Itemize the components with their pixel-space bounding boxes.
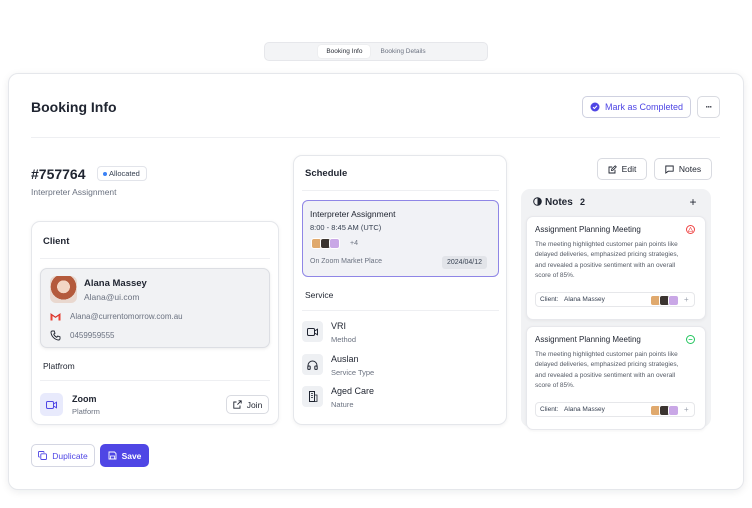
headphones-icon — [302, 354, 323, 375]
client-email: Alana@ui.com — [84, 292, 140, 302]
service-type-sub: Service Type — [331, 368, 375, 377]
client-name: Alana Massey — [84, 278, 147, 289]
edit-button[interactable]: Edit — [597, 158, 647, 180]
note-client-name: Alana Massey — [564, 406, 605, 413]
client-gmail: Alana@currentomorrow.com.au — [70, 312, 183, 321]
schedule-divider — [302, 190, 499, 191]
note-add-participant[interactable]: + — [684, 295, 689, 304]
notes-count: 2 — [580, 197, 586, 207]
booking-type: Interpreter Assignment — [31, 187, 117, 197]
note-body: The meeting highlighted customer pain po… — [535, 241, 679, 279]
join-label: Join — [246, 399, 263, 410]
avatar — [50, 276, 77, 303]
client-section-title: Client — [43, 236, 70, 247]
platform-name: Zoom — [72, 394, 97, 404]
duplicate-button[interactable]: Duplicate — [31, 444, 95, 467]
page-title: Booking Info — [31, 99, 117, 115]
save-button[interactable]: Save — [100, 444, 149, 467]
client-phone: 0459959555 — [70, 331, 115, 340]
note-title: Assignment Planning Meeting — [535, 335, 641, 344]
check-status-icon — [686, 335, 695, 344]
header-divider — [31, 137, 720, 138]
more-options-button[interactable]: ··· — [697, 96, 720, 118]
service-method-name: VRI — [331, 321, 347, 331]
tab-switcher: Booking Info Booking Details — [264, 42, 488, 61]
appointment-title: Interpreter Assignment — [310, 209, 396, 219]
participant-avatars — [311, 238, 340, 249]
notes-button[interactable]: Notes — [654, 158, 712, 180]
check-circle-icon — [590, 102, 600, 112]
join-button[interactable]: Join — [226, 395, 269, 414]
service-type-name: Auslan — [331, 354, 359, 364]
service-divider — [302, 310, 499, 311]
note-client-label: Client: — [540, 406, 559, 413]
platform-label: Platfrom — [43, 361, 75, 371]
platform-sub: Platform — [72, 407, 100, 416]
service-nature-name: Aged Care — [331, 386, 375, 396]
service-method-sub: Method — [331, 335, 357, 344]
video-icon — [302, 321, 323, 342]
note-body: The meeting highlighted customer pain po… — [535, 351, 679, 389]
note-client-name: Alana Massey — [564, 296, 605, 303]
contrast-icon — [533, 197, 542, 206]
appointment-time: 8:00 - 8:45 AM (UTC) — [310, 223, 382, 232]
note-title: Assignment Planning Meeting — [535, 225, 641, 234]
appointment-date: 2024/04/12 — [442, 256, 488, 269]
notes-title: Notes — [545, 197, 573, 208]
external-link-icon — [233, 400, 242, 409]
note-avatars — [650, 295, 679, 306]
service-nature-sub: Nature — [331, 400, 354, 409]
note-avatars — [650, 405, 679, 416]
note-add-participant[interactable]: + — [684, 405, 689, 414]
participant-avatar — [668, 295, 679, 306]
platform-divider — [40, 380, 270, 381]
save-icon — [108, 451, 117, 460]
participant-avatar — [329, 238, 340, 249]
appointment-place: On Zoom Market Place — [310, 258, 382, 265]
edit-icon — [608, 164, 617, 173]
phone-icon — [50, 330, 61, 341]
save-label: Save — [121, 450, 142, 461]
tab-booking-details[interactable]: Booking Details — [372, 45, 433, 58]
client-divider — [40, 258, 270, 259]
tab-booking-info[interactable]: Booking Info — [318, 45, 371, 58]
notes-label: Notes — [678, 164, 702, 174]
participants-more: +4 — [350, 240, 358, 247]
mark-completed-label: Mark as Completed — [604, 102, 684, 112]
message-icon — [665, 165, 674, 174]
status-badge: Allocated — [97, 166, 147, 181]
add-note-button[interactable]: + — [687, 195, 699, 209]
participant-avatar — [668, 405, 679, 416]
gmail-icon — [50, 312, 61, 321]
zoom-icon — [40, 393, 63, 416]
booking-id: #757764 — [31, 166, 86, 182]
more-icon: ··· — [705, 102, 713, 112]
mark-completed-button[interactable]: Mark as Completed — [582, 96, 691, 118]
copy-icon — [38, 451, 48, 460]
warning-icon — [686, 225, 695, 234]
duplicate-label: Duplicate — [52, 450, 88, 461]
service-label: Service — [305, 290, 334, 300]
schedule-title: Schedule — [305, 168, 348, 179]
building-icon — [302, 386, 323, 407]
edit-label: Edit — [621, 164, 637, 174]
note-client-label: Client: — [540, 296, 559, 303]
